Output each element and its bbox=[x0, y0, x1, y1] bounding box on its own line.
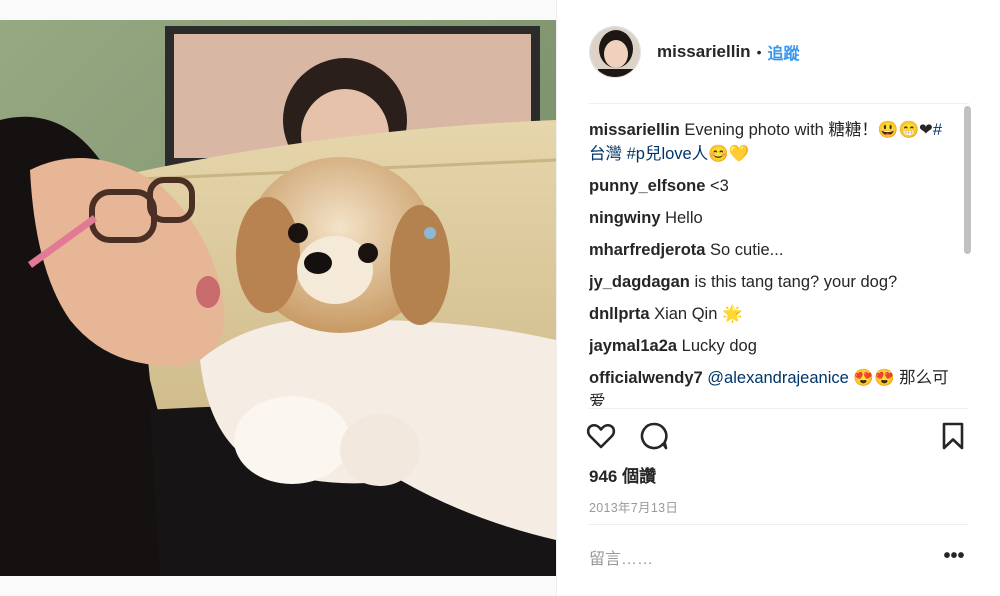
avatar[interactable] bbox=[589, 26, 641, 78]
scrollbar-thumb[interactable] bbox=[964, 106, 971, 254]
comment-item: officialwendy7 @alexandrajeanice 😍😍 那么可爱 bbox=[589, 366, 949, 406]
comments-list[interactable]: missariellin Evening photo with 糖糖！😃😁❤#台… bbox=[589, 118, 949, 406]
comment-item: missariellin Evening photo with 糖糖！😃😁❤#台… bbox=[589, 118, 949, 166]
comment-username[interactable]: mharfredjerota bbox=[589, 241, 705, 259]
comment-link[interactable]: #p兒love人 bbox=[627, 145, 709, 163]
comment-username[interactable]: missariellin bbox=[589, 121, 680, 139]
comment-username[interactable]: ningwiny bbox=[589, 209, 661, 227]
comment-username[interactable]: jy_dagdagan bbox=[589, 273, 690, 291]
comment-text: So cutie... bbox=[705, 241, 784, 259]
post-header: missariellin • 追蹤 bbox=[557, 0, 1000, 104]
separator-dot: • bbox=[756, 44, 762, 60]
action-bar bbox=[585, 420, 975, 456]
post-photo[interactable] bbox=[0, 20, 556, 576]
post-sidebar: missariellin • 追蹤 missariellin Evening p… bbox=[556, 0, 1000, 596]
comments-scrollbar[interactable] bbox=[963, 104, 971, 408]
comment-box-divider bbox=[589, 524, 968, 525]
comment-text: Evening photo with 糖糖！😃 bbox=[679, 121, 899, 139]
save-button[interactable] bbox=[937, 420, 973, 456]
comment-text: Lucky dog bbox=[677, 337, 757, 355]
photo-illustration bbox=[0, 20, 556, 576]
follow-button[interactable]: 追蹤 bbox=[767, 40, 799, 64]
comment-link[interactable]: @alexandrajeanice bbox=[707, 369, 849, 387]
actions-divider bbox=[589, 408, 968, 409]
heart-outline-icon bbox=[586, 423, 616, 449]
comment-item: jaymal1a2a Lucky dog bbox=[589, 334, 949, 358]
comment-item: dnllprta Xian Qin 🌟 bbox=[589, 302, 949, 326]
comment-button[interactable] bbox=[638, 420, 674, 456]
comment-text: <3 bbox=[705, 177, 729, 195]
comment-username[interactable]: punny_elfsone bbox=[589, 177, 705, 195]
like-button[interactable] bbox=[585, 420, 621, 456]
comment-text: Hello bbox=[660, 209, 703, 227]
bookmark-icon bbox=[942, 422, 964, 450]
header-username[interactable]: missariellin bbox=[657, 42, 751, 62]
comment-text: Xian Qin 🌟 bbox=[649, 305, 743, 323]
comment-username[interactable]: jaymal1a2a bbox=[589, 337, 677, 355]
post-modal: missariellin • 追蹤 missariellin Evening p… bbox=[0, 0, 1000, 596]
post-date[interactable]: 2013年7月13日 bbox=[589, 497, 678, 516]
comment-item: jy_dagdagan is this tang tang? your dog? bbox=[589, 270, 949, 294]
comment-text: is this tang tang? your dog? bbox=[689, 273, 898, 291]
comment-username[interactable]: dnllprta bbox=[589, 305, 650, 323]
likes-count[interactable]: 946 個讚 bbox=[589, 462, 656, 487]
speech-bubble-icon bbox=[640, 422, 668, 450]
comment-item: mharfredjerota So cutie... bbox=[589, 238, 949, 262]
comment-username[interactable]: officialwendy7 bbox=[589, 369, 703, 387]
add-comment-input[interactable] bbox=[589, 546, 889, 574]
more-options-button[interactable]: ••• bbox=[941, 546, 967, 570]
avatar-image bbox=[590, 27, 640, 77]
header-divider bbox=[589, 103, 969, 104]
comment-item: ningwiny Hello bbox=[589, 206, 949, 230]
comment-item: punny_elfsone <3 bbox=[589, 174, 949, 198]
comment-text: 😁❤ bbox=[898, 121, 933, 139]
comment-text: 😊💛 bbox=[708, 145, 750, 163]
